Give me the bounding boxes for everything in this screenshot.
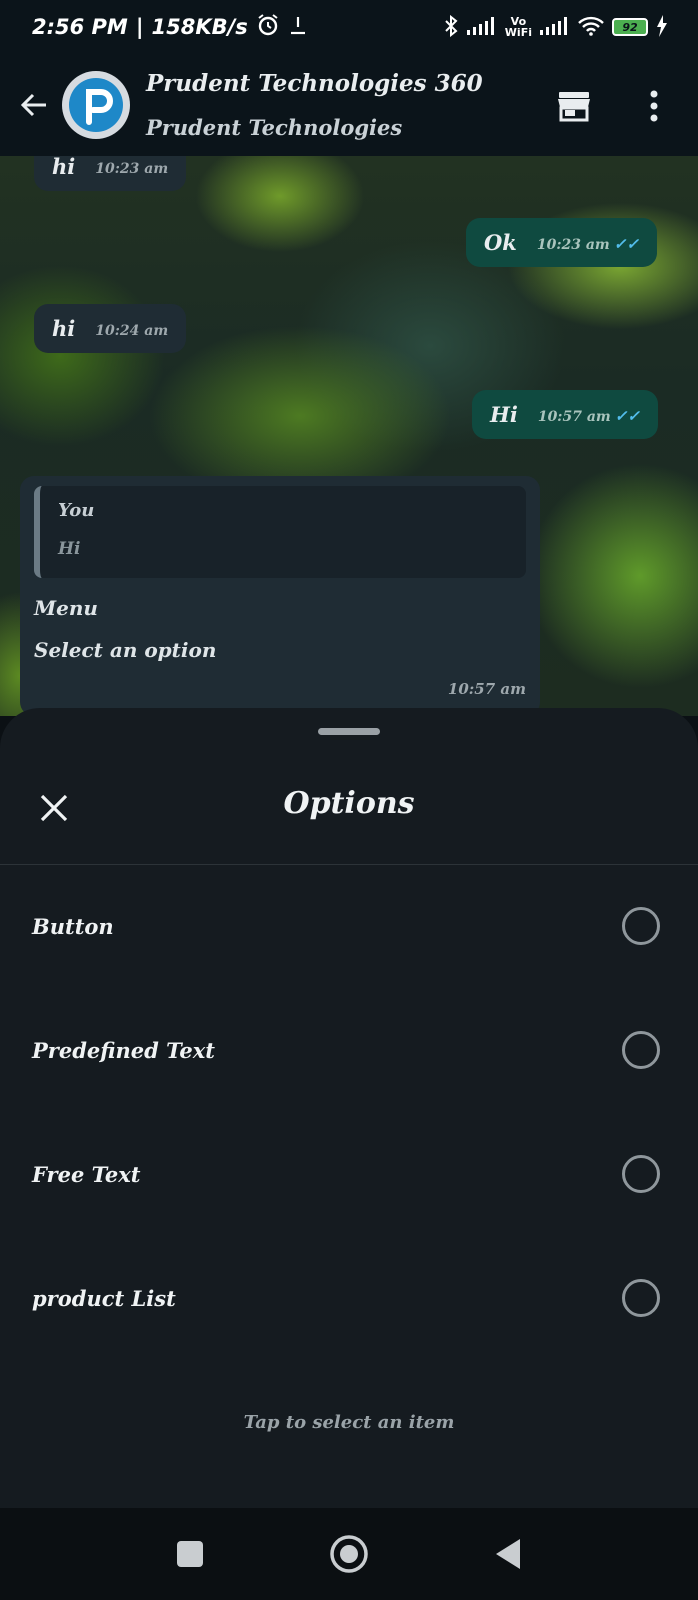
sheet-header: Options <box>0 768 698 848</box>
radio-button[interactable] <box>622 1279 660 1317</box>
battery-indicator: 92 <box>612 18 648 36</box>
option-free-text[interactable]: Free Text <box>0 1124 698 1224</box>
radio-button[interactable] <box>622 907 660 945</box>
status-speed: 158KB/s <box>151 15 248 39</box>
system-nav-bar <box>0 1508 698 1600</box>
message-time: 10:57 am <box>447 680 526 698</box>
message-incoming[interactable]: hi 10:24 am <box>34 304 187 353</box>
quoted-author: You <box>58 500 95 521</box>
message-time: 10:24 am <box>95 323 169 339</box>
option-predefined-text[interactable]: Predefined Text <box>0 1000 698 1100</box>
home-button[interactable] <box>327 1532 371 1576</box>
vowifi-icon: Vo WiFi <box>504 15 532 39</box>
message-text: Hi <box>490 402 518 427</box>
chat-title: Prudent Technologies 360 <box>146 70 483 97</box>
company-logo-icon <box>69 78 123 132</box>
back-button[interactable] <box>10 81 58 129</box>
message-text: hi <box>52 316 76 341</box>
square-icon <box>177 1541 203 1567</box>
divider <box>0 864 698 865</box>
options-bottom-sheet: Options Button Predefined Text Free Text… <box>0 708 698 1508</box>
quoted-reply[interactable]: You Hi <box>34 486 526 578</box>
card-heading: Menu <box>34 596 98 620</box>
home-circle-icon <box>330 1535 368 1573</box>
message-time: 10:57 am ✓✓ <box>537 407 640 425</box>
signal-icon-2 <box>540 16 570 38</box>
sheet-hint: Tap to select an item <box>243 1412 455 1433</box>
signal-icon <box>466 16 497 38</box>
drag-handle[interactable] <box>318 728 380 735</box>
status-bar: 2:56 PM | 158KB/s Vo WiFi 92 <box>0 0 698 54</box>
status-separator: | <box>135 15 144 39</box>
chat-title-block[interactable]: Prudent Technologies 360 Prudent Technol… <box>146 70 483 140</box>
arrow-left-icon <box>20 93 46 117</box>
message-text: Ok <box>484 230 517 255</box>
message-time: 10:23 am <box>95 161 169 177</box>
back-nav-button[interactable] <box>486 1532 530 1576</box>
chat-subtitle: Prudent Technologies <box>146 115 403 140</box>
option-label: Free Text <box>32 1161 141 1187</box>
message-time: 10:23 am ✓✓ <box>536 235 639 253</box>
more-options-button[interactable] <box>632 84 676 128</box>
message-outgoing[interactable]: Hi 10:57 am ✓✓ <box>472 390 658 439</box>
list-message-card[interactable]: You Hi Menu Select an option 10:57 am <box>20 476 540 716</box>
charging-icon <box>656 14 668 40</box>
chat-header: Prudent Technologies 360 Prudent Technol… <box>0 54 698 156</box>
card-body: Select an option <box>34 638 217 662</box>
alarm-icon <box>256 13 280 42</box>
radio-button[interactable] <box>622 1155 660 1193</box>
message-text: hi <box>52 156 76 179</box>
option-product-list[interactable]: product List <box>0 1248 698 1348</box>
triangle-back-icon <box>496 1539 520 1569</box>
option-label: Button <box>32 913 114 939</box>
radio-button[interactable] <box>622 1031 660 1069</box>
bluetooth-icon <box>443 14 459 41</box>
more-vert-icon <box>650 90 658 122</box>
avatar[interactable] <box>62 71 130 139</box>
wifi-icon <box>578 16 604 39</box>
read-ticks-icon: ✓✓ <box>613 235 639 253</box>
chat-area[interactable]: hi 10:23 am Ok 10:23 am ✓✓ hi 10:24 am Hi… <box>0 156 698 716</box>
store-button[interactable] <box>552 84 596 128</box>
store-icon <box>558 92 590 122</box>
sheet-title: Options <box>283 786 415 821</box>
read-ticks-icon: ✓✓ <box>614 407 640 425</box>
option-button[interactable]: Button <box>0 876 698 976</box>
option-label: Predefined Text <box>32 1037 215 1063</box>
message-outgoing[interactable]: Ok 10:23 am ✓✓ <box>466 218 657 267</box>
quoted-text: Hi <box>58 539 81 559</box>
option-label: product List <box>32 1285 176 1311</box>
download-icon <box>288 13 308 42</box>
status-time: 2:56 PM <box>32 15 128 39</box>
message-incoming[interactable]: hi 10:23 am <box>34 156 187 191</box>
recents-button[interactable] <box>168 1532 212 1576</box>
